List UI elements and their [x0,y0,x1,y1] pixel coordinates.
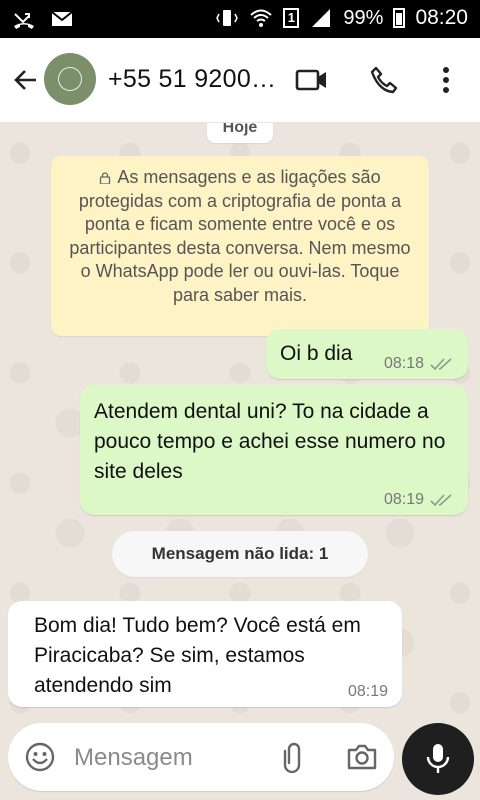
message-input-container[interactable] [8,723,394,791]
more-options-icon [443,67,449,93]
sim-slot-badge: 1 [283,8,300,28]
voice-record-button[interactable] [402,723,474,795]
message-bubble-outgoing[interactable]: Atendem dental uni? To na cidade a pouco… [80,385,468,515]
double-check-icon [430,494,452,507]
video-call-icon [295,69,326,91]
voice-call-button[interactable] [366,62,402,98]
message-meta: 08:19 [348,683,388,701]
double-check-icon [430,358,452,371]
battery-icon [393,8,406,28]
camera-icon[interactable] [346,742,378,772]
status-bar: 1 99% 08:20 [0,0,480,38]
lock-icon [100,172,111,184]
wifi-icon [250,9,273,27]
message-meta: 08:19 [384,491,454,509]
missed-call-icon [14,13,34,29]
vibrate-icon [216,10,239,26]
message-bubble-outgoing[interactable]: Oi b dia 08:18 [266,329,468,379]
contact-name[interactable]: +55 51 9200… [108,65,276,94]
avatar-logo-icon [58,67,82,91]
signal-icon [312,9,331,27]
chat-header: +55 51 9200… [0,38,480,123]
encryption-notice[interactable]: As mensagens e as ligações são protegida… [51,156,429,336]
emoji-icon[interactable] [24,741,56,773]
attach-icon[interactable] [280,741,308,773]
message-meta: 08:18 [384,355,454,373]
unread-messages-divider: Mensagem não lida: 1 [112,531,368,577]
chat-area[interactable]: Hoje As mensagens e as ligações são prot… [0,123,480,723]
message-time: 08:18 [383,355,424,372]
encryption-notice-text: As mensagens e as ligações são protegida… [69,167,411,305]
mail-icon [51,11,73,26]
more-options-button[interactable] [428,62,464,98]
mic-icon [426,744,450,773]
date-chip: Hoje [207,123,273,143]
message-composer [0,723,480,800]
message-text: Oi b dia [280,342,353,365]
video-call-button[interactable] [294,62,330,98]
message-text: Atendem dental uni? To na cidade a pouco… [94,400,446,483]
clock: 08:20 [415,6,468,29]
message-time: 08:19 [347,683,388,700]
message-time: 08:19 [383,491,424,508]
message-input[interactable] [72,737,266,779]
phone-icon [370,66,398,94]
message-bubble-incoming[interactable]: Bom dia! Tudo bem? Você está em Piracica… [8,601,402,707]
battery-percentage: 99% [343,6,384,29]
avatar[interactable] [44,53,96,105]
back-arrow-icon[interactable] [12,66,40,94]
message-text: Bom dia! Tudo bem? Você está em Piracica… [34,614,361,697]
